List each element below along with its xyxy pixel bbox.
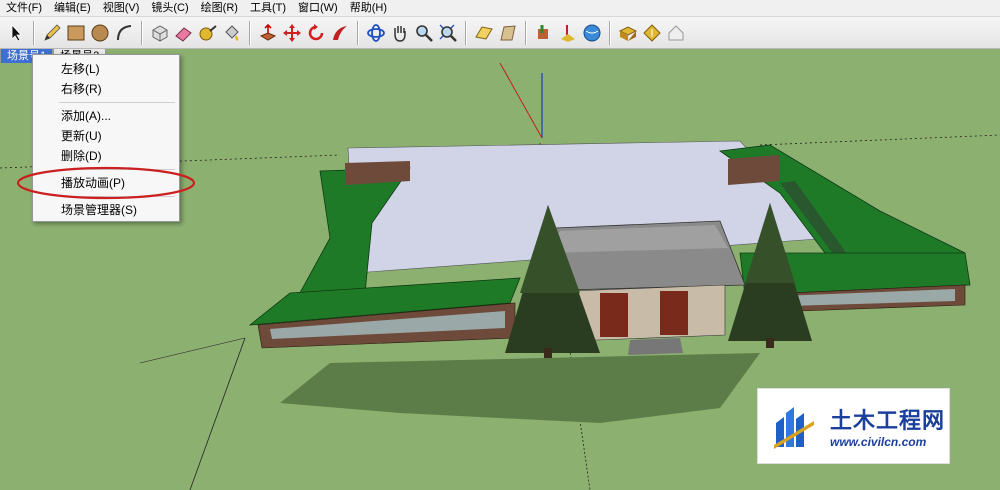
circle-tool-button[interactable] [89, 22, 111, 44]
highlight-annotation-ellipse [16, 166, 196, 200]
civilcn-logo-icon [774, 407, 814, 449]
materials-icon [643, 23, 661, 42]
toolbar-separator [33, 20, 35, 45]
right-corner-pavilion [728, 155, 780, 185]
select-tool-button[interactable] [5, 22, 27, 44]
component-icon [152, 24, 168, 42]
tape-measure-icon [199, 24, 217, 40]
zoom-icon [416, 24, 433, 42]
location-pin-icon [561, 24, 575, 42]
pan-hand-icon [394, 25, 406, 42]
menu-file[interactable]: 文件(F) [0, 0, 48, 16]
arc-tool-button[interactable] [113, 22, 135, 44]
look-around-button[interactable] [533, 22, 555, 44]
menu-item-delete[interactable]: 删除(D) [33, 146, 179, 166]
globe-icon [583, 24, 601, 41]
zoom-tool-button[interactable] [413, 22, 435, 44]
push-pull-button[interactable] [257, 22, 279, 44]
menu-item-update[interactable]: 更新(U) [33, 126, 179, 146]
menu-help[interactable]: 帮助(H) [344, 0, 393, 16]
menu-tools[interactable]: 工具(T) [244, 0, 292, 16]
tape-measure-button[interactable] [197, 22, 219, 44]
arc-icon [117, 24, 132, 40]
rotate-icon [308, 23, 324, 40]
zoom-extents-icon [439, 24, 457, 42]
pencil-tool-button[interactable] [41, 22, 63, 44]
gate-door-right [660, 291, 688, 335]
left-corner-pavilion [345, 161, 410, 185]
rectangle-tool-button[interactable] [65, 22, 87, 44]
paint-bucket-icon [225, 24, 239, 41]
move-icon [283, 23, 301, 42]
make-component-button[interactable] [149, 22, 171, 44]
toolbar-separator [465, 20, 467, 45]
rectangle-icon [67, 25, 85, 40]
look-around-icon [538, 24, 548, 39]
warehouse-button[interactable] [581, 22, 603, 44]
components-icon [618, 25, 638, 41]
gate-wall [571, 284, 726, 342]
rotate-tool-button[interactable] [305, 22, 327, 44]
menu-item-move-right[interactable]: 右移(R) [33, 79, 179, 99]
gate-door-left [600, 293, 628, 337]
circle-icon [91, 24, 109, 41]
menu-bar: 文件(F) 编辑(E) 视图(V) 镜头(C) 绘图(R) 工具(T) 窗口(W… [0, 0, 1000, 17]
position-camera-icon [475, 25, 493, 40]
zoom-extents-button[interactable] [437, 22, 459, 44]
pan-tool-button[interactable] [389, 22, 411, 44]
geo-location-button[interactable] [557, 22, 579, 44]
menu-separator [59, 102, 175, 103]
orbit-tool-button[interactable] [365, 22, 387, 44]
menu-window[interactable]: 窗口(W) [292, 0, 344, 16]
menu-item-add[interactable]: 添加(A)... [33, 106, 179, 126]
orbit-icon [367, 23, 385, 42]
select-arrow-icon [11, 23, 22, 42]
watermark-url: www.civilcn.com [830, 435, 927, 449]
menu-view[interactable]: 视图(V) [97, 0, 146, 16]
gate-steps [628, 338, 683, 355]
menu-draw[interactable]: 绘图(R) [195, 0, 244, 16]
pencil-icon [44, 23, 61, 41]
materials-button[interactable] [641, 22, 663, 44]
watermark-title: 土木工程网 [830, 408, 946, 433]
move-tool-button[interactable] [281, 22, 303, 44]
menu-edit[interactable]: 编辑(E) [48, 0, 97, 16]
follow-me-icon [333, 25, 347, 40]
components-button[interactable] [617, 22, 639, 44]
menu-camera[interactable]: 镜头(C) [145, 0, 194, 16]
walk-icon [500, 24, 516, 40]
toolbar-separator [609, 20, 611, 45]
paint-bucket-button[interactable] [221, 22, 243, 44]
position-camera-button[interactable] [473, 22, 495, 44]
menu-item-scene-manager[interactable]: 场景管理器(S) [33, 200, 179, 220]
follow-me-button[interactable] [329, 22, 351, 44]
toolbar-separator [249, 20, 251, 45]
toolbar-separator [525, 20, 527, 45]
site-watermark: 土木工程网 www.civilcn.com [757, 388, 950, 464]
eraser-tool-button[interactable] [173, 22, 195, 44]
house-outline-icon [668, 24, 684, 40]
walk-tool-button[interactable] [497, 22, 519, 44]
extension-button[interactable] [665, 22, 687, 44]
toolbar-separator [357, 20, 359, 45]
menu-item-move-left[interactable]: 左移(L) [33, 59, 179, 79]
eraser-icon [175, 26, 192, 42]
toolbar-separator [141, 20, 143, 45]
push-pull-icon [259, 23, 277, 41]
toolbar [0, 17, 1000, 49]
